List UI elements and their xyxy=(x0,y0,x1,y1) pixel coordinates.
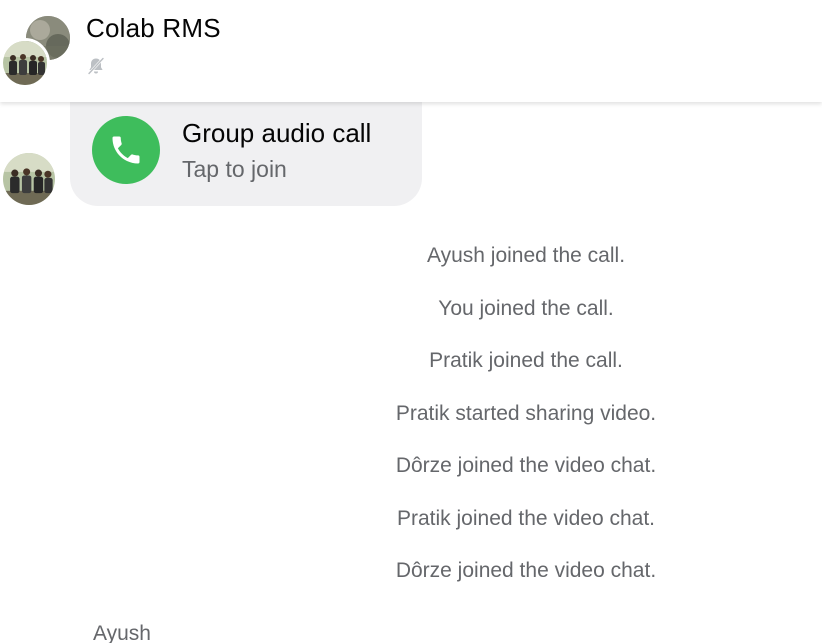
call-title: Group audio call xyxy=(182,118,372,148)
chat-window: Colab RMS Group audio call Tap to join A… xyxy=(0,0,822,643)
group-avatar[interactable] xyxy=(0,12,76,88)
sender-avatar[interactable] xyxy=(3,153,55,205)
sender-name: Ayush xyxy=(93,622,151,643)
call-event: Ayush joined the call. xyxy=(426,244,626,267)
call-event: Dôrze joined the video chat. xyxy=(395,454,657,477)
call-event: Pratik joined the call. xyxy=(429,349,623,372)
phone-icon xyxy=(92,116,160,184)
call-event: Pratik started sharing video. xyxy=(395,401,657,425)
call-subtitle: Tap to join xyxy=(182,156,287,182)
group-avatar-photo-front xyxy=(0,38,50,88)
call-event: You joined the call. xyxy=(438,296,614,320)
call-event: Pratik joined the video chat. xyxy=(397,506,655,530)
call-event: Dôrze joined the video chat. xyxy=(395,559,657,582)
call-event-list: Ayush joined the call. You joined the ca… xyxy=(230,241,822,609)
muted-bell-icon xyxy=(86,56,106,76)
chat-title[interactable]: Colab RMS xyxy=(86,13,221,44)
group-call-card[interactable]: Group audio call Tap to join xyxy=(70,98,422,206)
chat-header: Colab RMS xyxy=(0,0,822,102)
